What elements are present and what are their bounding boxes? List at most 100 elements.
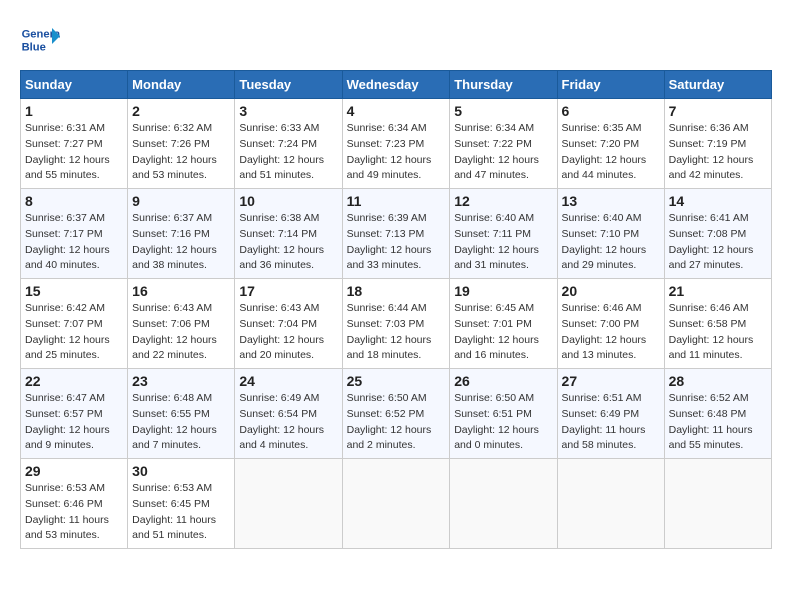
calendar-week-5: 29 Sunrise: 6:53 AMSunset: 6:46 PMDaylig… xyxy=(21,459,772,549)
calendar-cell: 6 Sunrise: 6:35 AMSunset: 7:20 PMDayligh… xyxy=(557,99,664,189)
day-number: 26 xyxy=(454,373,552,389)
day-number: 20 xyxy=(562,283,660,299)
calendar-cell: 23 Sunrise: 6:48 AMSunset: 6:55 PMDaylig… xyxy=(128,369,235,459)
day-info: Sunrise: 6:49 AMSunset: 6:54 PMDaylight:… xyxy=(239,392,324,451)
calendar-cell xyxy=(342,459,450,549)
day-info: Sunrise: 6:34 AMSunset: 7:23 PMDaylight:… xyxy=(347,122,432,181)
calendar-week-4: 22 Sunrise: 6:47 AMSunset: 6:57 PMDaylig… xyxy=(21,369,772,459)
calendar-week-3: 15 Sunrise: 6:42 AMSunset: 7:07 PMDaylig… xyxy=(21,279,772,369)
svg-text:Blue: Blue xyxy=(22,41,46,53)
calendar-cell: 4 Sunrise: 6:34 AMSunset: 7:23 PMDayligh… xyxy=(342,99,450,189)
calendar-table: SundayMondayTuesdayWednesdayThursdayFrid… xyxy=(20,70,772,549)
calendar-cell: 20 Sunrise: 6:46 AMSunset: 7:00 PMDaylig… xyxy=(557,279,664,369)
column-header-friday: Friday xyxy=(557,71,664,99)
calendar-cell: 13 Sunrise: 6:40 AMSunset: 7:10 PMDaylig… xyxy=(557,189,664,279)
calendar-cell: 10 Sunrise: 6:38 AMSunset: 7:14 PMDaylig… xyxy=(235,189,342,279)
day-number: 6 xyxy=(562,103,660,119)
column-header-tuesday: Tuesday xyxy=(235,71,342,99)
day-info: Sunrise: 6:46 AMSunset: 7:00 PMDaylight:… xyxy=(562,302,647,361)
calendar-cell: 15 Sunrise: 6:42 AMSunset: 7:07 PMDaylig… xyxy=(21,279,128,369)
day-number: 1 xyxy=(25,103,123,119)
day-number: 25 xyxy=(347,373,446,389)
calendar-cell: 2 Sunrise: 6:32 AMSunset: 7:26 PMDayligh… xyxy=(128,99,235,189)
calendar-cell: 7 Sunrise: 6:36 AMSunset: 7:19 PMDayligh… xyxy=(664,99,771,189)
calendar-cell: 25 Sunrise: 6:50 AMSunset: 6:52 PMDaylig… xyxy=(342,369,450,459)
calendar-cell: 22 Sunrise: 6:47 AMSunset: 6:57 PMDaylig… xyxy=(21,369,128,459)
calendar-cell: 28 Sunrise: 6:52 AMSunset: 6:48 PMDaylig… xyxy=(664,369,771,459)
day-info: Sunrise: 6:42 AMSunset: 7:07 PMDaylight:… xyxy=(25,302,110,361)
calendar-cell: 11 Sunrise: 6:39 AMSunset: 7:13 PMDaylig… xyxy=(342,189,450,279)
calendar-cell: 30 Sunrise: 6:53 AMSunset: 6:45 PMDaylig… xyxy=(128,459,235,549)
day-number: 16 xyxy=(132,283,230,299)
day-number: 22 xyxy=(25,373,123,389)
day-info: Sunrise: 6:31 AMSunset: 7:27 PMDaylight:… xyxy=(25,122,110,181)
day-info: Sunrise: 6:40 AMSunset: 7:11 PMDaylight:… xyxy=(454,212,539,271)
day-info: Sunrise: 6:53 AMSunset: 6:45 PMDaylight:… xyxy=(132,482,216,541)
day-info: Sunrise: 6:43 AMSunset: 7:04 PMDaylight:… xyxy=(239,302,324,361)
calendar-cell: 3 Sunrise: 6:33 AMSunset: 7:24 PMDayligh… xyxy=(235,99,342,189)
day-number: 15 xyxy=(25,283,123,299)
calendar-cell xyxy=(557,459,664,549)
day-number: 18 xyxy=(347,283,446,299)
day-number: 19 xyxy=(454,283,552,299)
day-info: Sunrise: 6:50 AMSunset: 6:51 PMDaylight:… xyxy=(454,392,539,451)
day-info: Sunrise: 6:48 AMSunset: 6:55 PMDaylight:… xyxy=(132,392,217,451)
calendar-cell: 26 Sunrise: 6:50 AMSunset: 6:51 PMDaylig… xyxy=(450,369,557,459)
day-number: 4 xyxy=(347,103,446,119)
day-number: 2 xyxy=(132,103,230,119)
day-number: 5 xyxy=(454,103,552,119)
calendar-week-1: 1 Sunrise: 6:31 AMSunset: 7:27 PMDayligh… xyxy=(21,99,772,189)
calendar-cell: 1 Sunrise: 6:31 AMSunset: 7:27 PMDayligh… xyxy=(21,99,128,189)
day-info: Sunrise: 6:40 AMSunset: 7:10 PMDaylight:… xyxy=(562,212,647,271)
day-info: Sunrise: 6:37 AMSunset: 7:17 PMDaylight:… xyxy=(25,212,110,271)
day-info: Sunrise: 6:34 AMSunset: 7:22 PMDaylight:… xyxy=(454,122,539,181)
day-number: 17 xyxy=(239,283,337,299)
day-info: Sunrise: 6:38 AMSunset: 7:14 PMDaylight:… xyxy=(239,212,324,271)
day-number: 3 xyxy=(239,103,337,119)
calendar-cell: 5 Sunrise: 6:34 AMSunset: 7:22 PMDayligh… xyxy=(450,99,557,189)
day-info: Sunrise: 6:53 AMSunset: 6:46 PMDaylight:… xyxy=(25,482,109,541)
day-info: Sunrise: 6:41 AMSunset: 7:08 PMDaylight:… xyxy=(669,212,754,271)
day-info: Sunrise: 6:46 AMSunset: 6:58 PMDaylight:… xyxy=(669,302,754,361)
day-info: Sunrise: 6:32 AMSunset: 7:26 PMDaylight:… xyxy=(132,122,217,181)
calendar-cell: 12 Sunrise: 6:40 AMSunset: 7:11 PMDaylig… xyxy=(450,189,557,279)
day-number: 8 xyxy=(25,193,123,209)
day-info: Sunrise: 6:44 AMSunset: 7:03 PMDaylight:… xyxy=(347,302,432,361)
day-number: 28 xyxy=(669,373,767,389)
calendar-cell: 19 Sunrise: 6:45 AMSunset: 7:01 PMDaylig… xyxy=(450,279,557,369)
day-number: 13 xyxy=(562,193,660,209)
day-number: 29 xyxy=(25,463,123,479)
day-number: 11 xyxy=(347,193,446,209)
calendar-cell xyxy=(235,459,342,549)
calendar-cell: 27 Sunrise: 6:51 AMSunset: 6:49 PMDaylig… xyxy=(557,369,664,459)
day-info: Sunrise: 6:39 AMSunset: 7:13 PMDaylight:… xyxy=(347,212,432,271)
logo-icon: General Blue xyxy=(20,20,60,60)
day-info: Sunrise: 6:43 AMSunset: 7:06 PMDaylight:… xyxy=(132,302,217,361)
calendar-cell xyxy=(450,459,557,549)
day-number: 24 xyxy=(239,373,337,389)
calendar-body: 1 Sunrise: 6:31 AMSunset: 7:27 PMDayligh… xyxy=(21,99,772,549)
day-info: Sunrise: 6:45 AMSunset: 7:01 PMDaylight:… xyxy=(454,302,539,361)
day-number: 10 xyxy=(239,193,337,209)
day-number: 30 xyxy=(132,463,230,479)
day-number: 23 xyxy=(132,373,230,389)
column-header-monday: Monday xyxy=(128,71,235,99)
calendar-week-2: 8 Sunrise: 6:37 AMSunset: 7:17 PMDayligh… xyxy=(21,189,772,279)
calendar-cell: 17 Sunrise: 6:43 AMSunset: 7:04 PMDaylig… xyxy=(235,279,342,369)
calendar-header-row: SundayMondayTuesdayWednesdayThursdayFrid… xyxy=(21,71,772,99)
day-info: Sunrise: 6:52 AMSunset: 6:48 PMDaylight:… xyxy=(669,392,753,451)
calendar-cell xyxy=(664,459,771,549)
day-info: Sunrise: 6:50 AMSunset: 6:52 PMDaylight:… xyxy=(347,392,432,451)
day-number: 21 xyxy=(669,283,767,299)
header: General Blue xyxy=(20,20,772,60)
day-number: 7 xyxy=(669,103,767,119)
column-header-saturday: Saturday xyxy=(664,71,771,99)
calendar-cell: 24 Sunrise: 6:49 AMSunset: 6:54 PMDaylig… xyxy=(235,369,342,459)
day-info: Sunrise: 6:36 AMSunset: 7:19 PMDaylight:… xyxy=(669,122,754,181)
day-number: 27 xyxy=(562,373,660,389)
logo: General Blue xyxy=(20,20,65,60)
column-header-thursday: Thursday xyxy=(450,71,557,99)
day-info: Sunrise: 6:47 AMSunset: 6:57 PMDaylight:… xyxy=(25,392,110,451)
day-info: Sunrise: 6:33 AMSunset: 7:24 PMDaylight:… xyxy=(239,122,324,181)
calendar-cell: 18 Sunrise: 6:44 AMSunset: 7:03 PMDaylig… xyxy=(342,279,450,369)
